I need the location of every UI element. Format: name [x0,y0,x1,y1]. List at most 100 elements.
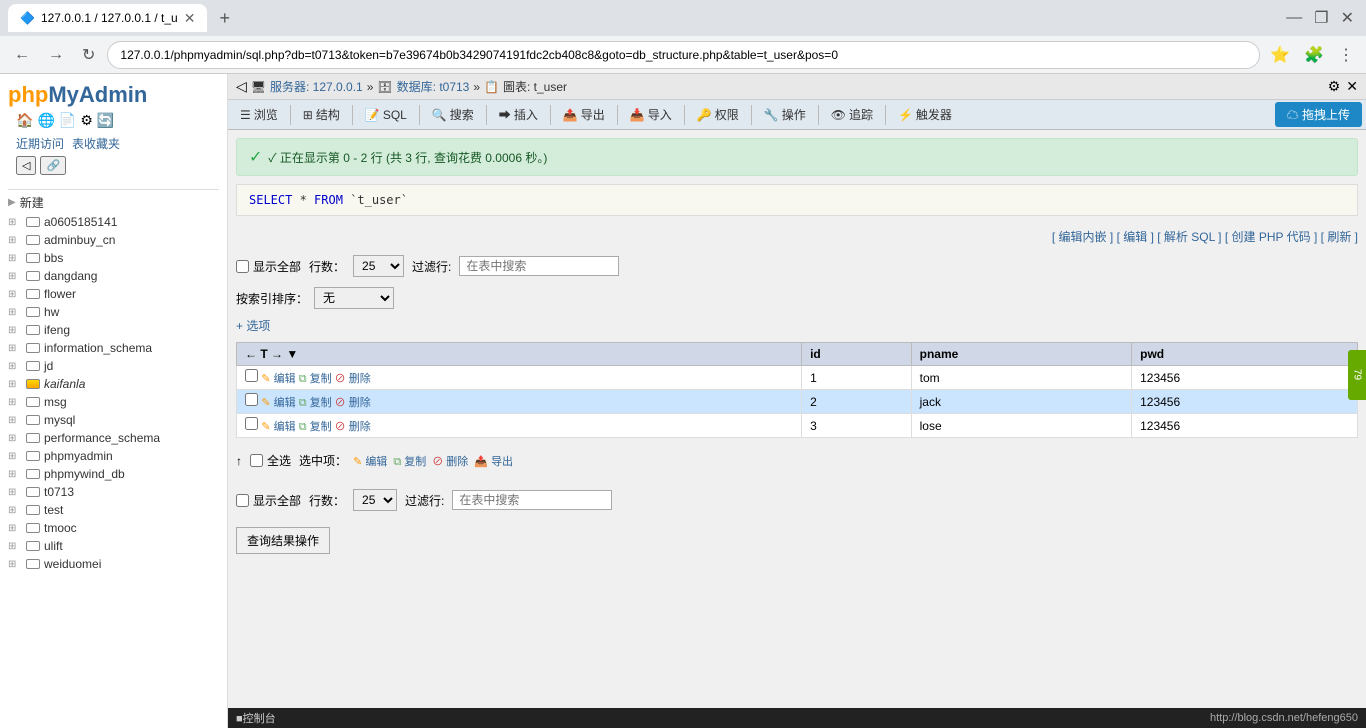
expand-icon: ⊞ [8,523,22,534]
rows-bottom-select[interactable]: 25 [353,489,397,511]
settings-gear-icon[interactable]: ⚙ [1328,78,1341,95]
sidebar-item-t0713[interactable]: ⊞ t0713 [0,483,227,501]
sort-down-icon[interactable]: ▼ [286,347,298,361]
rows-select[interactable]: 25 50 100 [353,255,404,277]
filter-bottom-input[interactable] [452,490,612,510]
sort-select[interactable]: 无 [314,287,394,309]
bottom-copy-btn[interactable]: ⧉ 复制 [393,453,426,469]
sidebar-item-new[interactable]: ▶ 新建 [0,192,227,213]
bottom-delete-btn[interactable]: ⊘ 删除 [432,453,468,469]
create-php-link[interactable]: 创建 PHP 代码 [1232,230,1311,244]
show-all-checkbox[interactable] [236,260,249,273]
console-label[interactable]: ■控制台 [236,710,276,726]
bookmark-btn[interactable]: ⭐ [1266,41,1294,69]
toolbar-insert-btn[interactable]: ⮕ 插入 [491,103,546,126]
edit-inline-link[interactable]: 编辑内嵌 [1059,230,1107,244]
toolbar-track-btn[interactable]: 👁 追踪 [823,103,881,126]
settings-icon[interactable]: ⚙ [80,112,93,129]
db-name-a0605185141: a0605185141 [44,215,117,229]
select-all-checkbox[interactable] [250,454,263,467]
breadcrumb-db[interactable]: 数据库: t0713 [397,78,470,95]
th-pname[interactable]: pname [911,343,1131,366]
parse-sql-link[interactable]: 解析 SQL [1164,230,1215,244]
link-btn[interactable]: 🔗 [40,156,66,175]
forward-btn[interactable]: → [42,42,70,68]
sidebar-item-dangdang[interactable]: ⊞ dangdang [0,267,227,285]
edit-link[interactable]: 编辑 [1123,230,1147,244]
sidebar-item-ifeng[interactable]: ⊞ ifeng [0,321,227,339]
db-name: test [44,503,63,517]
expand-icon: ⊞ [8,505,22,516]
refresh-link[interactable]: 刷新 [1327,230,1351,244]
close-btn[interactable]: ✕ [1337,4,1358,32]
delete-btn-1[interactable]: ⊘ 删除 [335,373,371,385]
favorites-link[interactable]: 表收藏夹 [72,135,120,152]
upload-btn[interactable]: ☁ 拖拽上传 [1275,102,1362,127]
menu-btn[interactable]: ⋮ [1334,41,1358,69]
sidebar-item-information_schema[interactable]: ⊞ information_schema [0,339,227,357]
address-bar[interactable] [107,41,1260,69]
toolbar-triggers-btn[interactable]: ⚡ 触发器 [890,103,960,126]
sidebar-item-jd[interactable]: ⊞ jd [0,357,227,375]
maximize-btn[interactable]: ❐ [1310,4,1332,32]
sidebar-item-bbs[interactable]: ⊞ bbs [0,249,227,267]
sidebar-item-test[interactable]: ⊞ test [0,501,227,519]
th-id[interactable]: id [802,343,912,366]
copy-btn-3[interactable]: ⧉ 复制 [299,421,335,433]
options-toggle[interactable]: + 选项 [236,313,1358,338]
th-pwd[interactable]: pwd [1132,343,1358,366]
recent-link[interactable]: 近期访问 [16,135,64,152]
toolbar-browse-btn[interactable]: ☰ 浏览 [232,103,286,126]
toolbar-export-btn[interactable]: 📤 导出 [555,103,613,126]
new-tab-button[interactable]: + [211,8,238,29]
toolbar-structure-btn[interactable]: ⊞ 结构 [295,103,348,126]
toolbar-import-btn[interactable]: 📥 导入 [622,103,680,126]
home-icon[interactable]: 🏠 [16,112,33,129]
sidebar-item-mysql[interactable]: ⊞ mysql [0,411,227,429]
bottom-edit-btn[interactable]: ✎ 编辑 [353,453,387,469]
toolbar-permissions-btn[interactable]: 🔑 权限 [689,103,747,126]
edit-btn-1[interactable]: ✎ 编辑 [261,373,298,385]
filter-input[interactable] [459,256,619,276]
sidebar-item-tmooc[interactable]: ⊞ tmooc [0,519,227,537]
sidebar-item-adminbuy_cn[interactable]: ⊞ adminbuy_cn [0,231,227,249]
toolbar-operations-btn[interactable]: 🔧 操作 [756,103,814,126]
row-checkbox-1[interactable] [245,369,258,382]
refresh-icon[interactable]: 🔄 [97,112,114,129]
sidebar-item-kaifanla[interactable]: ⊞ kaifanla [0,375,227,393]
globe-icon[interactable]: 🌐 [37,112,54,129]
collapse-btn[interactable]: ◁ [16,156,36,175]
sidebar-item-weiduomei[interactable]: ⊞ weiduomei [0,555,227,573]
toolbar-sql-btn[interactable]: 📝 SQL [357,105,415,125]
row-checkbox-2[interactable] [245,393,258,406]
sidebar-item-phpmywind_db[interactable]: ⊞ phpmywind_db [0,465,227,483]
copy-btn-1[interactable]: ⧉ 复制 [299,373,335,385]
sidebar-item-performance_schema[interactable]: ⊞ performance_schema [0,429,227,447]
bottom-export-btn[interactable]: 📤 导出 [474,453,513,469]
copy-btn-2[interactable]: ⧉ 复制 [299,397,335,409]
sidebar-item-msg[interactable]: ⊞ msg [0,393,227,411]
sidebar-item-flower[interactable]: ⊞ flower [0,285,227,303]
breadcrumb-server[interactable]: 服务器: 127.0.0.1 [270,78,363,95]
sidebar-item-phpmyadmin[interactable]: ⊞ phpmyadmin [0,447,227,465]
query-result-btn[interactable]: 查询结果操作 [236,527,330,554]
tab-close-btn[interactable]: ✕ [184,10,196,27]
sidebar-toggle-btn[interactable]: ◁ [236,78,247,95]
sidebar-item-ulift[interactable]: ⊞ ulift [0,537,227,555]
page-icon[interactable]: 📄 [59,112,76,129]
row-checkbox-3[interactable] [245,417,258,430]
sidebar-item-hw[interactable]: ⊞ hw [0,303,227,321]
active-tab[interactable]: 🔷 127.0.0.1 / 127.0.0.1 / t_u ✕ [8,4,207,32]
delete-btn-3[interactable]: ⊘ 删除 [335,421,371,433]
sidebar-item-a0605185141[interactable]: ⊞ a0605185141 [0,213,227,231]
delete-btn-2[interactable]: ⊘ 删除 [335,397,371,409]
toolbar-search-btn[interactable]: 🔍 搜索 [424,103,482,126]
extensions-btn[interactable]: 🧩 [1300,41,1328,69]
minimize-btn[interactable]: — [1282,4,1306,32]
edit-btn-3[interactable]: ✎ 编辑 [261,421,298,433]
show-all-bottom-checkbox[interactable] [236,494,249,507]
refresh-btn[interactable]: ↻ [76,41,101,69]
back-btn[interactable]: ← [8,42,36,68]
edit-btn-2[interactable]: ✎ 编辑 [261,397,298,409]
close-pma-icon[interactable]: ✕ [1346,78,1358,95]
